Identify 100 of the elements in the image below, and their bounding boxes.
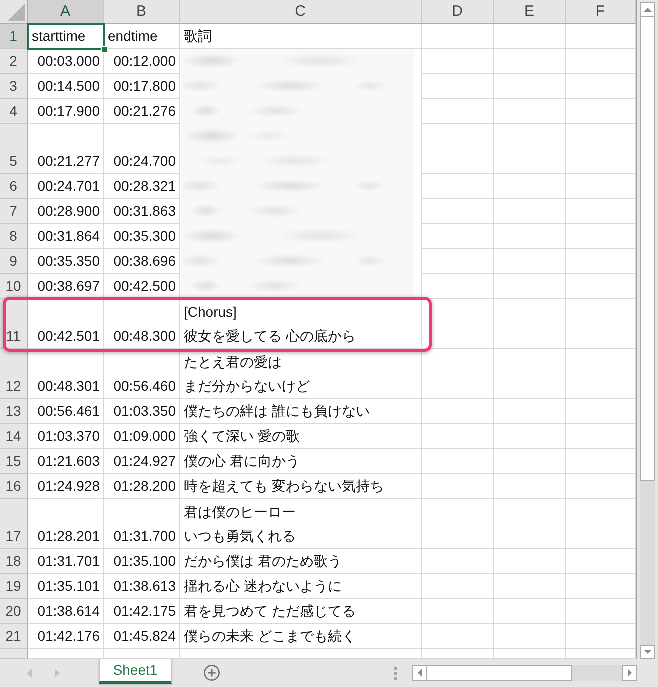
row-header[interactable]: 4 — [0, 99, 28, 124]
time-cell: 00:42.500 — [104, 274, 180, 299]
scroll-right-button[interactable] — [622, 665, 637, 681]
empty-cell — [566, 599, 636, 624]
empty-cell — [566, 24, 636, 49]
empty-cell — [494, 449, 566, 474]
row-header[interactable]: 12 — [0, 349, 28, 399]
empty-cell — [494, 299, 566, 349]
scroll-down-button[interactable] — [640, 645, 655, 659]
column-header[interactable]: C — [180, 0, 422, 24]
empty-cell — [566, 574, 636, 599]
empty-cell — [494, 249, 566, 274]
row-header[interactable]: 15 — [0, 449, 28, 474]
three-dots-icon[interactable] — [394, 666, 397, 680]
column-header[interactable]: B — [104, 0, 180, 24]
scroll-left-button[interactable] — [412, 665, 427, 681]
lyrics-cell: 君を見つめて ただ感じてる — [180, 599, 422, 624]
empty-cell — [422, 449, 494, 474]
column-header[interactable]: A — [28, 0, 104, 24]
scrollbar-thumb[interactable] — [427, 665, 572, 681]
time-cell: 01:28.200 — [104, 474, 180, 499]
time-cell: 01:24.928 — [28, 474, 104, 499]
column-header[interactable]: D — [422, 0, 494, 24]
time-cell: 01:42.175 — [104, 599, 180, 624]
row-header[interactable]: 17 — [0, 499, 28, 549]
scroll-up-button[interactable] — [640, 2, 655, 17]
time-cell: 00:28.321 — [104, 174, 180, 199]
handle-icon[interactable] — [101, 46, 108, 53]
row-header[interactable]: 18 — [0, 549, 28, 574]
lyrics-cell: 強くて深い 愛の歌 — [180, 424, 422, 449]
row-header[interactable]: 6 — [0, 174, 28, 199]
row-header[interactable]: 8 — [0, 224, 28, 249]
time-cell: 01:21.603 — [28, 449, 104, 474]
time-cell: 00:56.461 — [28, 399, 104, 424]
column-header[interactable]: E — [494, 0, 566, 24]
empty-cell — [494, 99, 566, 124]
empty-cell — [566, 399, 636, 424]
time-cell: 00:17.900 — [28, 99, 104, 124]
empty-cell — [494, 274, 566, 299]
caret-left-icon[interactable] — [27, 668, 32, 678]
time-cell: 00:24.701 — [28, 174, 104, 199]
row-header[interactable]: 13 — [0, 399, 28, 424]
lyrics-line: 君は僕のヒーロー — [184, 503, 296, 522]
time-cell: 01:45.824 — [104, 624, 180, 649]
triangle-up-icon — [644, 8, 652, 12]
triangle-icon — [8, 4, 25, 21]
sheet-tab[interactable]: Sheet1 — [99, 659, 172, 684]
time-cell: 01:35.100 — [104, 549, 180, 574]
caret-right-icon[interactable] — [55, 668, 60, 678]
row-header[interactable]: 2 — [0, 49, 28, 74]
empty-cell — [494, 574, 566, 599]
empty-cell — [566, 449, 636, 474]
time-cell: 00:31.863 — [104, 199, 180, 224]
empty-cell — [494, 349, 566, 399]
time-cell: 00:12.000 — [104, 49, 180, 74]
time-cell: 00:56.460 — [104, 349, 180, 399]
triangle-down-icon — [644, 650, 652, 654]
lyrics-line: [Chorus] — [184, 303, 237, 322]
empty-cell — [566, 274, 636, 299]
row-header[interactable]: 10 — [0, 274, 28, 299]
empty-cell — [566, 124, 636, 174]
column-header[interactable]: F — [566, 0, 636, 24]
empty-cell — [494, 549, 566, 574]
time-cell: 00:21.276 — [104, 99, 180, 124]
time-cell: 01:31.701 — [28, 549, 104, 574]
empty-cell — [422, 424, 494, 449]
row-header[interactable]: 14 — [0, 424, 28, 449]
row-header[interactable]: 7 — [0, 199, 28, 224]
time-cell: 00:42.501 — [28, 299, 104, 349]
empty-cell — [494, 24, 566, 49]
row-header[interactable]: 19 — [0, 574, 28, 599]
empty-cell — [494, 624, 566, 649]
empty-cell — [422, 474, 494, 499]
row-header[interactable]: 21 — [0, 624, 28, 649]
row-header[interactable]: 1 — [0, 24, 28, 49]
empty-cell — [494, 224, 566, 249]
time-cell: 00:48.300 — [104, 299, 180, 349]
time-cell: 01:38.614 — [28, 599, 104, 624]
row-header[interactable]: 16 — [0, 474, 28, 499]
row-header[interactable]: 5 — [0, 124, 28, 174]
empty-cell — [494, 74, 566, 99]
lyrics-cell: 揺れる心 迷わないように — [180, 574, 422, 599]
plus-circle-icon[interactable] — [204, 665, 220, 681]
scrollbar-thumb[interactable] — [640, 17, 655, 481]
empty-cell — [494, 599, 566, 624]
column-title: endtime — [104, 24, 180, 49]
time-cell: 00:14.500 — [28, 74, 104, 99]
empty-cell — [422, 599, 494, 624]
row-header[interactable] — [0, 649, 28, 659]
row-header[interactable]: 20 — [0, 599, 28, 624]
time-cell: 01:03.370 — [28, 424, 104, 449]
row-header[interactable]: 3 — [0, 74, 28, 99]
triangle-right-icon — [628, 669, 632, 677]
row-header[interactable]: 9 — [0, 249, 28, 274]
empty-cell — [566, 424, 636, 449]
empty-cell — [566, 299, 636, 349]
select-all-button[interactable] — [0, 0, 28, 24]
lyrics-cell: 時を超えても 変わらない気持ち — [180, 474, 422, 499]
time-cell: 00:35.300 — [104, 224, 180, 249]
lyrics-line: たとえ君の愛は — [184, 353, 282, 372]
